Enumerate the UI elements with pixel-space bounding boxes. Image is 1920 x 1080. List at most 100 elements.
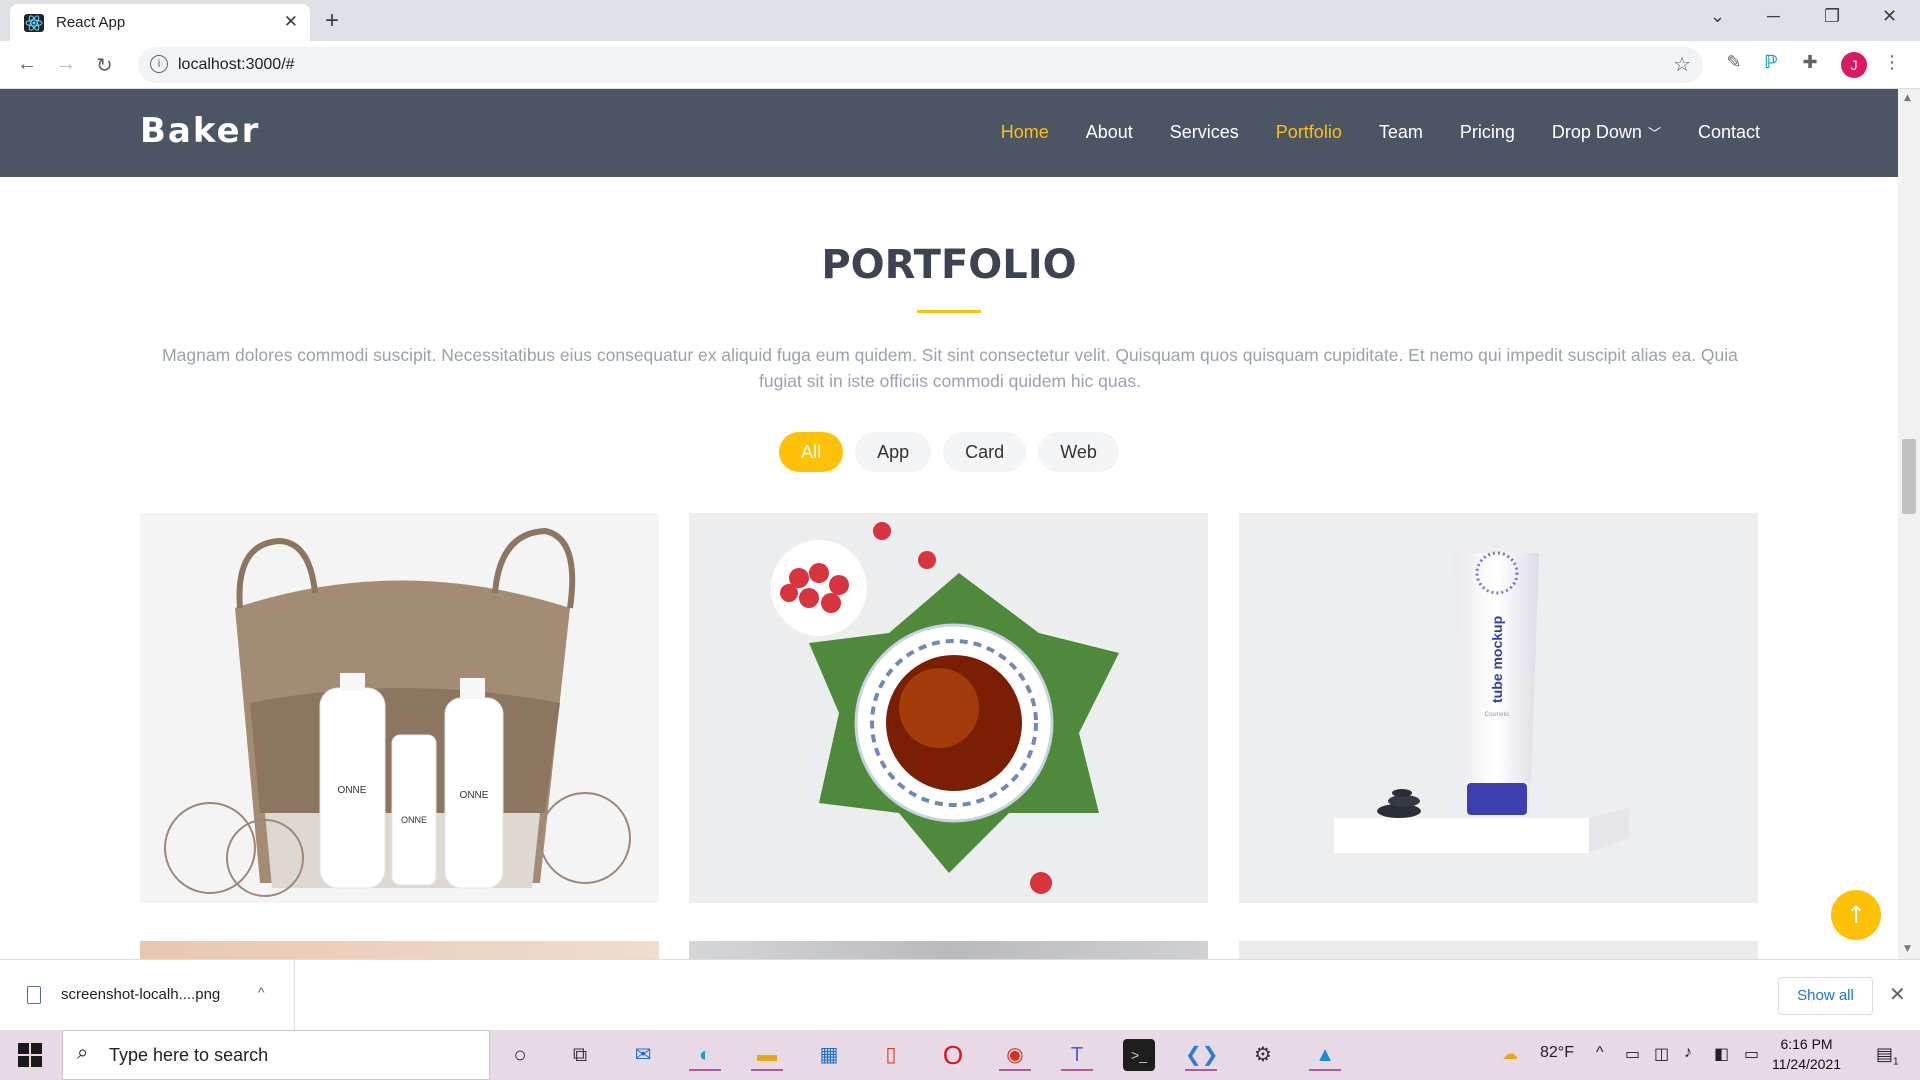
browser-toolbar: ← → ↻ i localhost:3000/# ☆ ✎ ℙ ✚ ⋮	[0, 41, 1920, 89]
portfolio-item-row2-1[interactable]	[140, 941, 659, 959]
extension-logo-icon[interactable]: ℙ	[1759, 52, 1783, 76]
section-title: PORTFOLIO	[821, 242, 1077, 288]
download-file-name: screenshot-localh....png	[61, 986, 221, 1003]
profile-avatar[interactable]: J	[1841, 52, 1867, 78]
address-bar[interactable]: i localhost:3000/# ☆	[138, 47, 1703, 83]
nav-portfolio[interactable]: Portfolio	[1276, 122, 1342, 143]
site-logo[interactable]: Baker	[140, 111, 260, 151]
chevron-up-icon[interactable]: ^	[258, 984, 265, 1000]
download-item[interactable]: screenshot-localh....png ^	[0, 960, 295, 1030]
filter-all[interactable]: All	[779, 432, 844, 472]
new-tab-button[interactable]: +	[325, 7, 339, 35]
portfolio-item-row2-3[interactable]	[1239, 941, 1758, 959]
nav-dropdown-label: Drop Down	[1551, 122, 1642, 142]
search-icon: ⌕	[77, 1042, 89, 1064]
teams-icon[interactable]: T	[1061, 1039, 1093, 1071]
portfolio-item-basket[interactable]: ONNE ONNE ONNE	[140, 513, 659, 903]
browser-tab[interactable]: React App ✕	[10, 4, 310, 41]
nav-team[interactable]: Team	[1379, 122, 1423, 143]
tray-expand-icon[interactable]: ^	[1596, 1044, 1604, 1062]
page-scrollbar[interactable]: ▲ ▼	[1898, 89, 1920, 959]
react-icon	[24, 14, 44, 32]
site-info-icon[interactable]: i	[150, 55, 168, 73]
close-tab-icon[interactable]: ✕	[284, 12, 298, 32]
file-explorer-icon[interactable]: ▬	[751, 1039, 783, 1071]
extension-pen-icon[interactable]: ✎	[1722, 52, 1746, 76]
bottle-brand-2: ONNE	[401, 815, 427, 825]
settings-gear-icon[interactable]: ⚙	[1247, 1039, 1279, 1071]
terminal-icon[interactable]: >_	[1123, 1039, 1155, 1071]
nav-pricing[interactable]: Pricing	[1460, 122, 1515, 143]
portfolio-item-tube[interactable]: tube mockup Cosmetic	[1239, 513, 1758, 903]
windows-taskbar: ⌕ Type here to search ○ ⧉ ✉ ◐ ▬ ▦ ▯ O ◉ …	[0, 1030, 1920, 1080]
store-icon[interactable]: ▦	[813, 1039, 845, 1071]
taskbar-search-placeholder: Type here to search	[109, 1045, 269, 1065]
vscode-icon[interactable]: ❮❯	[1185, 1039, 1219, 1071]
url-text[interactable]: localhost:3000/#	[178, 56, 295, 74]
scroll-up-arrow-icon[interactable]: ▲	[1904, 93, 1911, 103]
scrollbar-thumb[interactable]	[1902, 439, 1916, 514]
site-header: Baker Home About Services Portfolio Team…	[0, 89, 1898, 177]
portfolio-item-tea[interactable]	[689, 513, 1208, 903]
system-clock[interactable]: 6:16 PM 11/24/2021	[1772, 1034, 1841, 1074]
nav-services[interactable]: Services	[1170, 122, 1239, 143]
close-window-button[interactable]: ✕	[1882, 6, 1897, 27]
forward-icon[interactable]: →	[56, 53, 76, 76]
battery-icon[interactable]: ▭	[1625, 1044, 1640, 1064]
tab-strip: React App ✕ + ⌄ ─ ❐ ✕	[0, 0, 1920, 41]
edge-icon[interactable]: ◐	[689, 1039, 721, 1071]
back-icon[interactable]: ←	[17, 53, 37, 76]
opera-icon[interactable]: O	[937, 1039, 969, 1071]
weather-icon[interactable]: ☁	[1502, 1044, 1518, 1064]
tube-label: tube mockup	[1489, 616, 1505, 703]
cortana-icon[interactable]: ○	[504, 1039, 536, 1071]
nav-home[interactable]: Home	[1001, 122, 1049, 143]
reload-icon[interactable]: ↻	[96, 53, 113, 78]
nav-dropdown[interactable]: Drop Down ﹀	[1552, 122, 1661, 143]
chrome-icon[interactable]: ◉	[999, 1039, 1031, 1071]
browser-menu-icon[interactable]: ⋮	[1880, 52, 1904, 76]
volume-icon[interactable]: ♪	[1684, 1044, 1692, 1062]
photos-icon[interactable]: ▲	[1309, 1039, 1341, 1071]
show-all-button[interactable]: Show all	[1778, 977, 1873, 1015]
close-download-bar-icon[interactable]: ✕	[1889, 982, 1906, 1007]
filter-app[interactable]: App	[855, 432, 932, 472]
filter-web[interactable]: Web	[1038, 432, 1119, 472]
portfolio-item-row2-2[interactable]	[689, 941, 1208, 959]
office-icon[interactable]: ▯	[875, 1039, 907, 1071]
notification-count: 1	[1893, 1056, 1899, 1068]
section-description: Magnam dolores commodi suscipit. Necessi…	[162, 345, 1738, 391]
windows-start-icon[interactable]	[18, 1043, 42, 1067]
portfolio-filters: All App Card Web	[0, 432, 1898, 472]
nav-about[interactable]: About	[1086, 122, 1133, 143]
task-view-icon[interactable]: ⧉	[564, 1039, 596, 1071]
clock-time: 6:16 PM	[1780, 1036, 1833, 1052]
weather-temperature[interactable]: 82°F	[1540, 1044, 1574, 1062]
wifi-icon[interactable]: ◧	[1714, 1044, 1729, 1064]
image-file-icon	[27, 986, 41, 1004]
basket-image: ONNE ONNE ONNE	[140, 513, 659, 903]
title-underline	[917, 310, 981, 313]
chevron-down-icon: ﹀	[1647, 126, 1661, 141]
filter-card[interactable]: Card	[943, 432, 1027, 472]
tea-image	[689, 513, 1208, 903]
back-to-top-button[interactable]: ↑	[1831, 890, 1881, 940]
scroll-down-arrow-icon[interactable]: ▼	[1904, 944, 1911, 954]
tab-search-icon[interactable]: ⌄	[1710, 6, 1725, 27]
tube-image: tube mockup Cosmetic	[1239, 513, 1758, 903]
bottle-brand-3: ONNE	[460, 790, 489, 801]
network-icon[interactable]: ▭	[1744, 1044, 1759, 1064]
nav-contact[interactable]: Contact	[1698, 122, 1760, 143]
page-viewport: Baker Home About Services Portfolio Team…	[0, 89, 1920, 959]
minimize-button[interactable]: ─	[1767, 6, 1780, 27]
main-nav: Home About Services Portfolio Team Prici…	[964, 122, 1760, 143]
bookmark-star-icon[interactable]: ☆	[1673, 52, 1691, 77]
bottle-brand-1: ONNE	[338, 785, 367, 796]
meet-now-icon[interactable]: ◫	[1654, 1044, 1669, 1064]
extensions-puzzle-icon[interactable]: ✚	[1798, 52, 1822, 76]
restore-button[interactable]: ❐	[1824, 6, 1840, 27]
tube-sublabel: Cosmetic	[1484, 712, 1509, 718]
taskbar-search[interactable]: ⌕ Type here to search	[62, 1030, 490, 1080]
notification-center-icon[interactable]: ▤1	[1876, 1044, 1899, 1068]
mail-icon[interactable]: ✉	[627, 1039, 659, 1071]
